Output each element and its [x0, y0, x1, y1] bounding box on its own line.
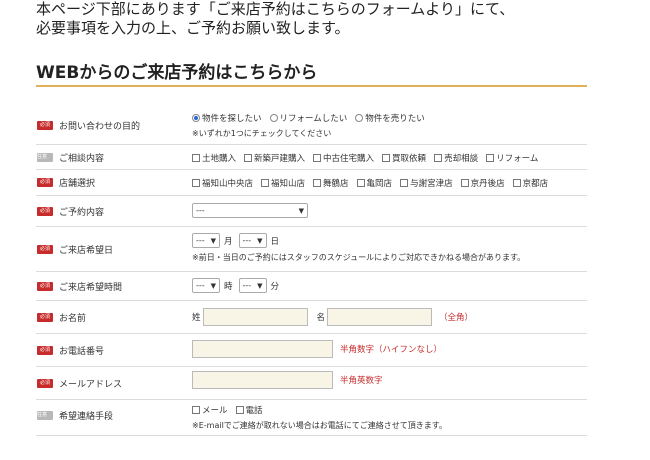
checkbox-store-7[interactable]: 京都店: [512, 177, 548, 189]
store-label: 店舗選択: [59, 179, 96, 189]
radio-indicator[interactable]: [192, 114, 200, 122]
optional-badge: 任意: [37, 153, 53, 162]
checkbox-store-1[interactable]: 福知山中央店: [192, 177, 253, 189]
chevron-down-icon: ▼: [210, 236, 216, 245]
chevron-down-icon: ▼: [257, 236, 263, 245]
row-inquiry: 必須 お問い合わせの目的 物件を探したい リフォームしたい 物件を売りたい ※い…: [36, 104, 587, 145]
contact-note: ※E-mailでご連絡が取れない場合はお電話にてご連絡させて頂きます。: [192, 421, 447, 430]
intro-text: 本ページ下部にあります「ご来店予約はこちらのフォームより」にて、 必要事項を入力…: [36, 0, 514, 38]
required-badge: 必須: [37, 245, 53, 254]
form-title: WEBからのご来店予約はこちらから: [36, 63, 318, 83]
row-time: 必須 ご来店希望時間 --- ▼ 時 --- ▼ 分: [36, 272, 587, 301]
checkbox-store-6[interactable]: 京丹後店: [460, 177, 505, 189]
date-label: ご来店希望日: [59, 246, 114, 256]
email-hint: 半角英数字: [340, 376, 383, 386]
radio-option-search[interactable]: 物件を探したい: [192, 112, 262, 124]
radio-option-sell[interactable]: 物件を売りたい: [355, 112, 425, 124]
chevron-down-icon: ▼: [210, 281, 216, 290]
checkbox-store-3[interactable]: 舞鶴店: [313, 177, 349, 189]
phone-label: お電話番号: [59, 347, 105, 357]
row-name: 必須 お名前 姓 名 （全角）: [36, 301, 587, 334]
row-phone: 必須 お電話番号 半角数字（ハイフンなし）: [36, 334, 587, 367]
minute-unit: 分: [270, 281, 280, 292]
first-name-input[interactable]: [327, 308, 433, 326]
title-divider: [36, 85, 587, 87]
required-badge: 必須: [37, 282, 53, 291]
checkbox-reform[interactable]: リフォーム: [486, 152, 538, 164]
email-label: メールアドレス: [59, 380, 123, 390]
chevron-down-icon: ▼: [257, 281, 263, 290]
row-consult: 任意 ご相談内容 土地購入 新築戸建購入 中古住宅購入 買取依頼 売却相談 リフ…: [36, 145, 587, 170]
email-input[interactable]: [192, 371, 333, 389]
radio-indicator[interactable]: [269, 114, 278, 122]
inquiry-note: ※いずれか1つにチェックしてください: [192, 129, 332, 138]
checkbox-used-house[interactable]: 中古住宅購入: [313, 152, 374, 164]
hour-select[interactable]: --- ▼: [192, 278, 220, 293]
row-contact: 任意 希望連絡手段 メール 電話 ※E-mailでご連絡が取れない場合はお電話に…: [36, 400, 587, 436]
chevron-down-icon: ▼: [298, 206, 304, 215]
radio-indicator[interactable]: [355, 114, 364, 122]
contact-label: 希望連絡手段: [59, 412, 114, 422]
consult-label: ご相談内容: [59, 154, 105, 164]
checkbox-store-5[interactable]: 与謝宮津店: [400, 177, 453, 189]
day-unit: 日: [270, 236, 280, 247]
last-name-label: 姓: [192, 313, 201, 323]
phone-hint: 半角数字（ハイフンなし）: [340, 345, 443, 355]
checkbox-store-2[interactable]: 福知山店: [261, 177, 305, 189]
checkbox-email[interactable]: メール: [192, 404, 228, 416]
row-reservation: 必須 ご予約内容 --- ▼: [36, 196, 587, 227]
row-date: 必須 ご来店希望日 --- ▼ 月 --- ▼ 日 ※前日・当日のご予約にはスタ…: [36, 227, 587, 272]
required-badge: 必須: [37, 313, 53, 322]
month-unit: 月: [224, 236, 233, 247]
required-badge: 必須: [37, 207, 53, 216]
checkbox-sale[interactable]: 売却相談: [434, 152, 478, 164]
required-badge: 必須: [37, 121, 53, 130]
inquiry-label: お問い合わせの目的: [59, 122, 141, 132]
optional-badge: 任意: [37, 411, 53, 420]
checkbox-phone[interactable]: 電話: [235, 404, 263, 416]
name-label: お名前: [59, 314, 87, 324]
checkbox-land[interactable]: 土地購入: [192, 152, 236, 164]
day-select[interactable]: --- ▼: [238, 233, 267, 248]
checkbox-buyback[interactable]: 買取依頼: [382, 152, 426, 164]
month-select[interactable]: --- ▼: [192, 233, 220, 248]
radio-option-reform[interactable]: リフォームしたい: [269, 112, 347, 124]
intro-line-1: 本ページ下部にあります「ご来店予約はこちらのフォームより」にて、: [36, 0, 515, 18]
phone-input[interactable]: [192, 340, 333, 358]
last-name-input[interactable]: [202, 308, 308, 326]
date-note: ※前日・当日のご予約にはスタッフのスケジュールによりご対応できかねる場合がありま…: [192, 253, 526, 262]
reservation-label: ご予約内容: [59, 208, 105, 218]
reservation-select[interactable]: --- ▼: [192, 203, 308, 218]
required-badge: 必須: [37, 379, 53, 388]
time-label: ご来店希望時間: [59, 283, 123, 293]
first-name-label: 名: [316, 313, 326, 323]
minute-select[interactable]: --- ▼: [238, 278, 267, 293]
required-badge: 必須: [37, 178, 53, 187]
row-store: 必須 店舗選択 福知山中央店 福知山店 舞鶴店 亀岡店 与謝宮津店 京丹後店 京…: [36, 170, 587, 196]
intro-line-2: 必要事項を入力の上、ご予約お願い致します。: [36, 19, 350, 37]
hour-unit: 時: [224, 281, 233, 292]
checkbox-new-house[interactable]: 新築戸建購入: [244, 152, 305, 164]
row-email: 必須 メールアドレス 半角英数字: [36, 367, 587, 400]
required-badge: 必須: [37, 346, 53, 355]
checkbox-store-4[interactable]: 亀岡店: [356, 177, 392, 189]
name-hint: （全角）: [439, 313, 474, 323]
